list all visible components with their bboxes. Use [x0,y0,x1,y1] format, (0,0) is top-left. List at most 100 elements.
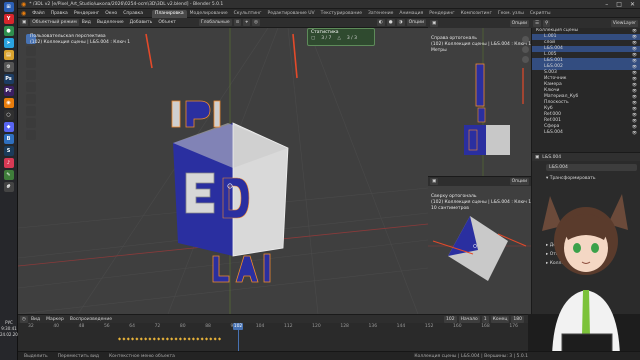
top-view-header: ▣ Опции [428,176,531,186]
menu-item-1[interactable]: Правка [48,9,71,18]
outliner-type-button[interactable]: ☰ [533,19,542,27]
menu-item-3[interactable]: Окно [102,9,120,18]
discord-icon[interactable]: ◆ [3,122,14,132]
windows-start-icon[interactable]: ⊞ [3,2,14,12]
workspace-tab-9[interactable]: Геом. узлы [495,10,527,18]
notes-icon[interactable]: ✎ [3,170,14,180]
close-icon[interactable]: ✕ [630,1,635,8]
window-title: * /3DL v2 [e/Pixel_Art_Studio/школа/2026… [29,1,224,7]
pan-icon[interactable] [522,46,529,53]
mode-dropdown[interactable]: Объектный режим [30,19,79,26]
timeline-tick-label: 104 [255,324,265,329]
cursor-tool[interactable] [26,46,36,56]
workspace-tab-10[interactable]: Скрипты [527,10,554,18]
object-props-icon[interactable]: ▣ [535,155,539,160]
end-frame-field[interactable]: 180 [511,315,524,323]
transform-orientation-dropdown[interactable]: Глобальные [198,19,232,26]
timeline-area[interactable]: 3240485664728088961041121201281361441521… [18,323,528,351]
menu-item-4[interactable]: Справка [120,9,146,18]
premiere-icon[interactable]: Pr [3,86,14,96]
top-view-options[interactable]: Опции [509,178,529,185]
menu-item-0[interactable]: Файл [29,9,47,18]
status-bar: Выделить Переместить вид Контекстное мен… [18,351,640,360]
shading-material-icon[interactable]: ◑ [396,19,405,26]
overlay-icon[interactable]: ◐ [376,19,385,26]
letters-ip-object[interactable] [171,100,221,128]
transform-tool[interactable] [26,94,36,104]
letters-la-object[interactable] [212,253,271,283]
view-menu[interactable]: Вид [79,18,94,27]
timeline-type-button[interactable]: ◷ [20,315,28,323]
view-layer-field[interactable]: ViewLayer [610,19,638,27]
3d-viewport[interactable] [18,28,428,314]
steam-icon[interactable]: S [3,146,14,156]
statistics-overlay: Статистика ▢ 3 / 7 △ 3 / 3 [307,28,375,46]
workspace-tab-0[interactable]: Планировка [152,9,187,18]
snap-icon[interactable]: ⌖ [243,19,250,26]
proportional-icon[interactable]: ◎ [251,19,260,26]
workspace-tab-6[interactable]: Анимация [396,10,426,18]
photoshop-icon[interactable]: Ps [3,74,14,84]
workspace-tab-8[interactable]: Композитинг [458,10,495,18]
outliner-filter-icon[interactable]: ⚲ [543,19,551,27]
music-icon[interactable]: ♪ [3,158,14,168]
scale-tool[interactable] [26,82,36,92]
yandex-browser-icon[interactable]: Y [3,14,14,24]
visibility-eye-icon[interactable]: 👁 [632,130,637,136]
measure-tool[interactable] [26,118,36,128]
start-frame-field[interactable]: 1 [481,315,489,323]
editor-type-button[interactable]: ▣ [430,19,439,27]
explorer-icon[interactable]: ▤ [3,50,14,60]
nav-gizmo-right [522,36,529,63]
maximize-icon[interactable]: □ [616,1,622,8]
camera-icon[interactable] [522,56,529,63]
select-menu[interactable]: Выделение [94,18,127,27]
selected-edge-left[interactable] [145,33,153,69]
workspace-tab-1[interactable]: Моделирование [187,10,231,18]
vk-icon[interactable]: B [3,134,14,144]
pivot-icon[interactable]: ⊙ [233,19,242,26]
workspace-tab-4[interactable]: Текстурирование [318,10,365,18]
workspace-tab-5[interactable]: Затенение [365,10,396,18]
annotate-tool[interactable] [26,106,36,116]
right-view-scene [464,28,524,176]
telegram-icon[interactable]: ➤ [3,38,14,48]
editor-type-button[interactable]: ▣ [430,178,439,185]
obs-icon[interactable]: ○ [3,110,14,120]
settings-icon[interactable]: ⚙ [3,62,14,72]
keyframe-strip[interactable]: ◆ ◆ ◆ ◆ ◆ ◆ ◆ ◆ ◆ ◆ ◆ ◆ ◆ ◆ ◆ ◆ ◆ ◆ ◆ ◆ … [118,337,508,341]
options-dropdown[interactable]: Опции [406,19,426,26]
selected-edge-right[interactable] [292,33,298,79]
right-ortho-viewport[interactable]: Справа ортогональ (102) Коллекция сцены … [428,28,531,176]
outliner-row[interactable]: L&S.004 👁 [532,130,640,136]
blender-menu-icon[interactable]: ◉ [21,10,26,17]
right-view-options[interactable]: Опции [509,19,529,27]
move-tool[interactable] [26,58,36,68]
timeline-tick-label: 32 [28,324,34,329]
current-frame-field[interactable]: 102 [444,315,457,323]
add-cube-tool[interactable] [26,130,36,140]
object-menu[interactable]: Объект [155,18,179,27]
menu-item-2[interactable]: Рендеринг [71,9,102,18]
playhead[interactable]: 102 [233,323,243,330]
calc-icon[interactable]: # [3,182,14,192]
rotate-tool[interactable] [26,70,36,80]
letter-a-right-view[interactable] [477,107,486,123]
minimize-icon[interactable]: – [605,1,608,8]
workspace-tab-3[interactable]: Редактирование UV [265,10,318,18]
clock-date[interactable]: 24.02.2026 [0,332,23,338]
editor-type-button[interactable]: ▣ [20,19,29,26]
object-name-field[interactable]: L&S.004 [546,164,637,171]
workspace-tab-7[interactable]: Рендеринг [426,10,457,18]
add-menu[interactable]: Добавить [127,18,156,27]
shading-solid-icon[interactable]: ● [386,19,395,26]
zoom-icon[interactable] [522,36,529,43]
blender-icon[interactable]: ◉ [3,98,14,108]
chrome-icon[interactable]: ● [3,26,14,36]
top-menubar: ◉ Файл Правка Рендеринг Окно Справка Планиро… [18,9,640,18]
workspace-tab-2[interactable]: Скульптинг [231,10,265,18]
blender-logo-icon: ◉ [21,0,27,8]
transform-section[interactable]: ▾ Трансформировать [546,175,640,182]
letter-l-right-view[interactable] [475,63,485,107]
top-ortho-viewport[interactable]: Сверху ортогональ (102) Коллекция сцены … [428,186,531,314]
